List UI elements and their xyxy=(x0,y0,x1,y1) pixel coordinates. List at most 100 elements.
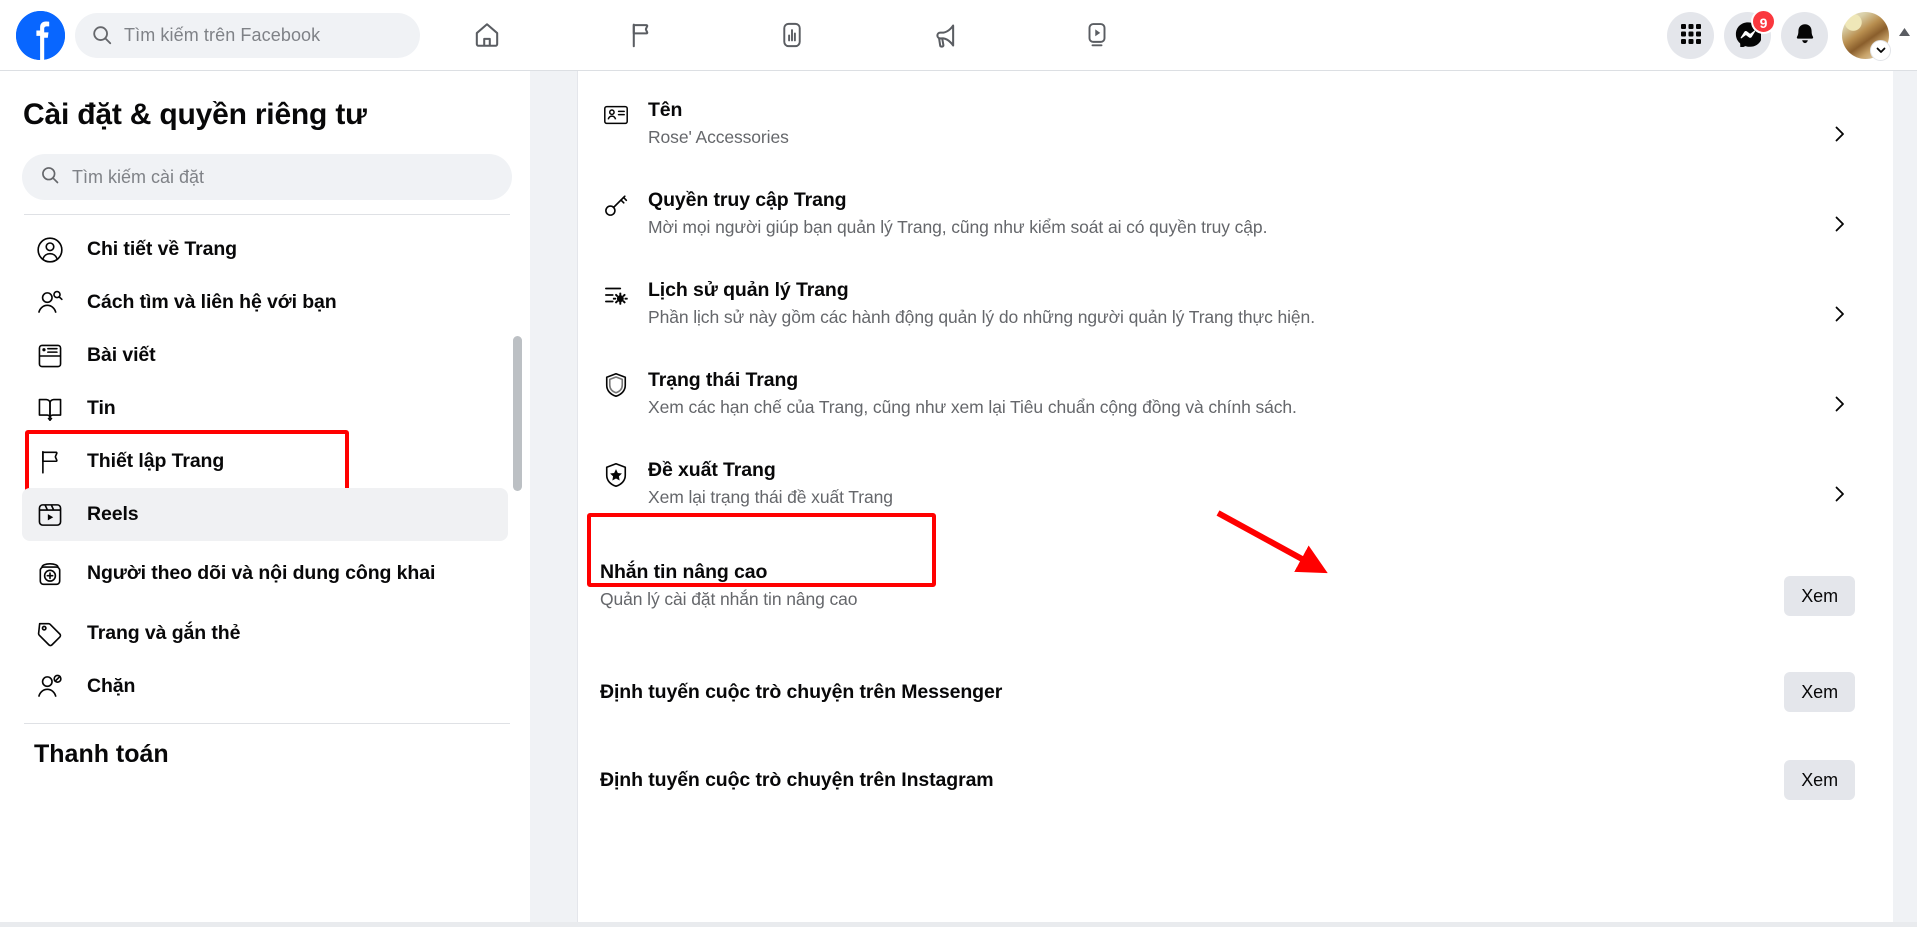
row-title: Trạng thái Trang xyxy=(648,369,799,391)
sidebar-item-label: Tin xyxy=(87,396,116,419)
row-de-xuat-trang[interactable]: Đề xuất Trang Xem lại trạng thái đề xuất… xyxy=(578,457,1893,531)
bell-icon xyxy=(1793,22,1817,49)
page-body: Cài đặt & quyền riêng tư Tìm kiếm cài đặ… xyxy=(0,71,1917,927)
notifications-button[interactable] xyxy=(1781,11,1828,59)
apps-grid-button[interactable] xyxy=(1667,11,1714,59)
row-description: Xem các hạn chế của Trang, cũng như xem … xyxy=(648,397,1297,418)
row-lich-su-quan-ly-trang[interactable]: Lịch sử quản lý Trang Phần lịch sử này g… xyxy=(578,277,1893,351)
row-ten[interactable]: Tên Rose' Accessories xyxy=(578,97,1893,171)
sidebar-item-tin[interactable]: Tin xyxy=(22,382,508,435)
row-title: Lịch sử quản lý Trang xyxy=(648,279,849,301)
nav-tab-insights[interactable] xyxy=(737,7,847,63)
sidebar-item-cach-tim-va-lien-he[interactable]: Cách tìm và liên hệ với bạn xyxy=(22,276,508,329)
right-gutter xyxy=(1893,71,1917,927)
sidebar-item-chan[interactable]: Chặn xyxy=(22,660,508,713)
row-text-group: Nhắn tin nâng cao Quản lý cài đặt nhắn t… xyxy=(600,559,1784,612)
row-title: Định tuyến cuộc trò chuyện trên Instagra… xyxy=(600,768,994,791)
sidebar-section-heading: Thanh toán xyxy=(34,740,169,768)
sidebar-item-thiet-lap-trang[interactable]: Thiết lập Trang xyxy=(22,430,508,492)
id-card-icon xyxy=(596,97,636,129)
row-title: Đề xuất Trang xyxy=(648,459,776,481)
nav-tab-pages[interactable] xyxy=(585,7,695,63)
row-description: Mời mọi người giúp bạn quản lý Trang, cũ… xyxy=(648,217,1268,238)
row-title: Định tuyến cuộc trò chuyện trên Messenge… xyxy=(600,680,1003,703)
messenger-unread-badge: 9 xyxy=(1751,8,1776,34)
sidebar-item-trang-va-gan-the[interactable]: Trang và gắn thẻ xyxy=(22,607,508,660)
sidebar-item-reels[interactable]: Reels xyxy=(22,488,508,541)
chevron-right-icon[interactable] xyxy=(1825,484,1855,504)
person-circle-icon xyxy=(34,236,65,264)
xem-button-messenger[interactable]: Xem xyxy=(1784,672,1855,712)
search-icon xyxy=(40,165,60,190)
search-placeholder: Tìm kiếm trên Facebook xyxy=(124,24,321,45)
sidebar-item-label: Bài viết xyxy=(87,343,156,366)
follower-add-icon xyxy=(34,560,65,588)
row-text-group: Quyền truy cập Trang Mời mọi người giúp … xyxy=(636,187,1825,240)
row-dinh-tuyen-messenger[interactable]: Định tuyến cuộc trò chuyện trên Messenge… xyxy=(578,663,1893,721)
chevron-right-icon[interactable] xyxy=(1825,124,1855,144)
row-text-group: Trạng thái Trang Xem các hạn chế của Tra… xyxy=(636,367,1825,420)
window-bottom-edge xyxy=(0,922,1917,927)
xem-button-nhan-tin-nang-cao[interactable]: Xem xyxy=(1784,576,1855,616)
settings-content-panel: Tên Rose' Accessories Quyền truy cập Tra… xyxy=(577,71,1893,927)
row-text-group: Định tuyến cuộc trò chuyện trên Instagra… xyxy=(600,767,1784,793)
sidebar-item-label: Reels xyxy=(87,502,139,525)
brand-and-search-group: Tìm kiếm trên Facebook xyxy=(0,10,420,60)
flag-icon xyxy=(34,448,65,476)
row-quyen-truy-cap-trang[interactable]: Quyền truy cập Trang Mời mọi người giúp … xyxy=(578,187,1893,261)
sidebar-item-label: Trang và gắn thẻ xyxy=(87,621,241,644)
sidebar-item-label: Chi tiết về Trang xyxy=(87,237,237,260)
reels-icon xyxy=(34,501,65,529)
sidebar-divider-top xyxy=(24,214,510,215)
messenger-button[interactable]: 9 xyxy=(1724,8,1776,59)
row-text-group: Tên Rose' Accessories xyxy=(636,97,1825,150)
shield-star-icon xyxy=(596,457,636,489)
chevron-down-icon[interactable] xyxy=(1870,39,1891,61)
grid-menu-icon xyxy=(1680,23,1702,48)
settings-sliders-icon xyxy=(596,277,636,309)
sidebar-item-label: Thiết lập Trang xyxy=(87,449,225,472)
row-trang-thai-trang[interactable]: Trạng thái Trang Xem các hạn chế của Tra… xyxy=(578,367,1893,441)
tag-icon xyxy=(34,620,65,648)
primary-nav-tabs xyxy=(432,0,1152,70)
sidebar-item-label: Người theo dõi và nội dung công khai xyxy=(87,562,436,585)
row-nhan-tin-nang-cao[interactable]: Nhắn tin nâng cao Quản lý cài đặt nhắn t… xyxy=(578,559,1893,633)
row-dinh-tuyen-instagram[interactable]: Định tuyến cuộc trò chuyện trên Instagra… xyxy=(578,751,1893,809)
top-navigation-bar: Tìm kiếm trên Facebook 9 xyxy=(0,0,1917,71)
avatar[interactable] xyxy=(1842,11,1891,61)
search-icon xyxy=(91,24,113,46)
nav-tab-ads[interactable] xyxy=(890,7,1000,63)
facebook-logo[interactable] xyxy=(16,10,65,60)
page-title: Cài đặt & quyền riêng tư xyxy=(23,98,367,131)
person-search-icon xyxy=(34,289,65,317)
settings-search-input[interactable]: Tìm kiếm cài đặt xyxy=(22,154,512,200)
sidebar-scrollbar-track[interactable] xyxy=(513,71,522,927)
row-title: Tên xyxy=(648,99,683,121)
sidebar-item-label: Cách tìm và liên hệ với bạn xyxy=(87,290,337,313)
top-bar-actions: 9 xyxy=(1667,0,1891,70)
row-text-group: Đề xuất Trang Xem lại trạng thái đề xuất… xyxy=(636,457,1825,510)
post-card-icon xyxy=(34,342,65,370)
chevron-right-icon[interactable] xyxy=(1825,304,1855,324)
xem-button-instagram[interactable]: Xem xyxy=(1784,760,1855,800)
row-text-group: Định tuyến cuộc trò chuyện trên Messenge… xyxy=(600,679,1784,705)
settings-sidebar: Cài đặt & quyền riêng tư Tìm kiếm cài đặ… xyxy=(0,71,530,927)
nav-tab-home[interactable] xyxy=(432,7,542,63)
row-title: Quyền truy cập Trang xyxy=(648,189,847,211)
nav-tab-video[interactable] xyxy=(1042,7,1152,63)
search-input[interactable]: Tìm kiếm trên Facebook xyxy=(75,12,420,58)
sidebar-item-bai-viet[interactable]: Bài viết xyxy=(22,329,508,382)
scroll-up-arrow-icon[interactable] xyxy=(1897,26,1911,38)
row-description: Rose' Accessories xyxy=(648,127,789,148)
sidebar-item-chi-tiet-ve-trang[interactable]: Chi tiết về Trang xyxy=(22,223,508,276)
row-title: Nhắn tin nâng cao xyxy=(600,561,768,583)
row-text-group: Lịch sử quản lý Trang Phần lịch sử này g… xyxy=(636,277,1825,330)
book-icon xyxy=(34,395,65,423)
row-description: Phần lịch sử này gồm các hành động quản … xyxy=(648,307,1315,328)
person-block-icon xyxy=(34,673,65,701)
settings-search-placeholder: Tìm kiếm cài đặt xyxy=(72,166,205,187)
sidebar-scrollbar-thumb[interactable] xyxy=(513,336,522,491)
chevron-right-icon[interactable] xyxy=(1825,214,1855,234)
sidebar-item-nguoi-theo-doi[interactable]: Người theo dõi và nội dung công khai xyxy=(22,541,508,607)
chevron-right-icon[interactable] xyxy=(1825,394,1855,414)
